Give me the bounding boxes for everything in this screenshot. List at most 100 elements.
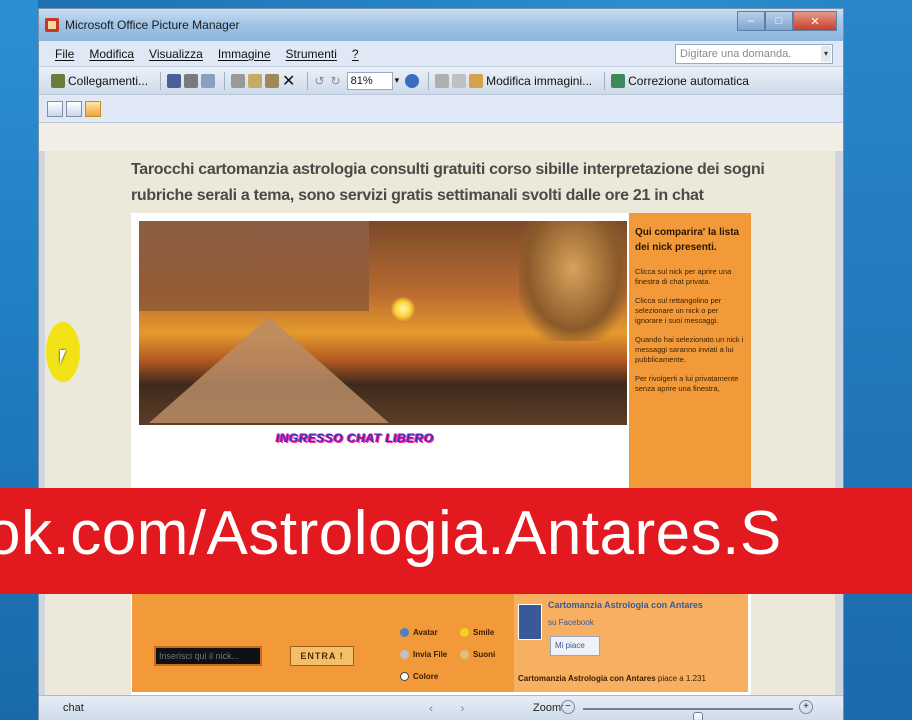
toolbar-separator xyxy=(307,71,309,90)
zoom-select[interactable]: 81% xyxy=(346,71,393,90)
zoom-fit-icon[interactable] xyxy=(405,73,420,88)
edit-pictures-label: Modifica immagini... xyxy=(486,73,593,88)
zoom-dropdown-icon[interactable]: ▾ xyxy=(395,75,400,86)
toolbar-separator xyxy=(224,71,226,90)
enter-button[interactable]: ENTRA ! xyxy=(290,646,354,666)
maximize-button[interactable]: □ xyxy=(765,11,793,31)
title-bar: Microsoft Office Picture Manager – □ ✕ xyxy=(39,9,843,41)
facebook-like-box: Cartomanzia Astrologia con Antares su Fa… xyxy=(514,594,748,692)
rotate-right-icon[interactable]: ↻ xyxy=(331,74,341,88)
send-file-label: Invia File xyxy=(413,650,448,659)
save-icon[interactable] xyxy=(167,73,182,88)
help-question-placeholder: Digitare una domanda. xyxy=(680,48,792,60)
status-bar: chat ‹ › Zoom: − + xyxy=(39,695,843,720)
cut-icon[interactable] xyxy=(231,73,246,88)
edit-pictures-icon xyxy=(469,73,484,88)
window-controls: – □ ✕ xyxy=(737,11,837,31)
zoom-in-icon[interactable]: + xyxy=(799,700,813,714)
smile-option[interactable]: Smile xyxy=(460,628,494,637)
menu-immagine[interactable]: Immagine xyxy=(218,47,271,61)
avatar-icon xyxy=(400,628,409,637)
facebook-url-banner: ok.com/Astrologia.Antares.S xyxy=(0,488,912,594)
facebook-footer: Cartomanzia Astrologia con Antares piace… xyxy=(518,674,706,683)
zoom-label: Zoom: xyxy=(533,702,565,714)
zoom-out-icon[interactable]: − xyxy=(561,700,575,714)
email-icon[interactable] xyxy=(201,73,216,88)
help-dropdown-icon[interactable]: ▾ xyxy=(821,46,831,62)
paste-icon[interactable] xyxy=(265,73,280,88)
menu-file[interactable]: File xyxy=(55,47,74,61)
picture-nav-arrows[interactable]: ‹ › xyxy=(429,701,476,715)
facebook-page-name[interactable]: Cartomanzia Astrologia con Antares xyxy=(548,600,703,610)
avatar-label: Avatar xyxy=(413,628,438,637)
egypt-hero-image xyxy=(139,221,627,425)
avatar-option[interactable]: Avatar xyxy=(400,628,438,637)
help-question-input[interactable]: Digitare una domanda. ▾ xyxy=(675,44,833,64)
window-title: Microsoft Office Picture Manager xyxy=(65,18,240,32)
color-icon xyxy=(400,672,409,681)
send-file-icon xyxy=(400,650,409,659)
send-file-option[interactable]: Invia File xyxy=(400,650,447,659)
nick-list-help-2: Clicca sul rettangolino per selezionare … xyxy=(635,296,722,325)
status-filename: chat xyxy=(63,702,84,714)
statues-image xyxy=(139,221,369,311)
nick-list-help-4: Per rivolgerti a lui privatamente senza … xyxy=(635,374,739,393)
copy-icon[interactable] xyxy=(248,73,263,88)
facebook-footer-count: piace a 1.231 xyxy=(657,674,706,683)
toolbar-separator xyxy=(160,71,162,90)
facebook-footer-name: Cartomanzia Astrologia con Antares xyxy=(518,674,656,683)
shortcuts-button[interactable]: Collegamenti... xyxy=(51,73,149,88)
facebook-sub[interactable]: su Facebook xyxy=(548,618,594,627)
banner-text: ok.com/Astrologia.Antares.S xyxy=(0,499,782,568)
shortcuts-icon xyxy=(51,73,65,88)
desktop-background-left xyxy=(0,0,38,720)
color-label: Colore xyxy=(413,672,439,681)
toolbar-separator xyxy=(604,71,606,90)
sounds-option[interactable]: Suoni xyxy=(460,650,495,659)
menu-visualizza[interactable]: Visualizza xyxy=(149,47,203,61)
toolbar-separator xyxy=(428,71,430,90)
nick-list-help-3: Quando hai selezionato un nick i messagg… xyxy=(635,335,744,364)
sun-image xyxy=(391,297,415,321)
red-eye-icon[interactable] xyxy=(435,73,450,88)
crop-icon[interactable] xyxy=(452,73,467,88)
menu-help[interactable]: ? xyxy=(352,47,359,61)
main-toolbar: Collegamenti... ✕ ↺ ↻ 81% ▾ Modifica imm… xyxy=(39,67,843,95)
nick-input[interactable] xyxy=(154,646,262,666)
picture-manager-icon xyxy=(45,18,59,32)
pyramid-image xyxy=(149,317,389,423)
canvas-left-edge xyxy=(39,151,45,695)
zoom-slider-thumb[interactable] xyxy=(693,712,703,720)
page-title: Tarocchi cartomanzia astrologia consulti… xyxy=(131,161,765,204)
sounds-icon xyxy=(460,650,469,659)
mouse-cursor-icon xyxy=(60,350,66,364)
filmstrip-view-icon[interactable] xyxy=(66,100,82,117)
single-picture-view-icon[interactable] xyxy=(85,100,101,117)
chat-login-area: ENTRA ! Avatar Smile Invia File Suoni Co… xyxy=(132,594,748,692)
close-button[interactable]: ✕ xyxy=(793,11,837,31)
delete-icon[interactable]: ✕ xyxy=(282,71,295,91)
enter-chat-link[interactable]: INGRESSO CHAT LIBERO xyxy=(276,431,434,445)
facebook-like-button[interactable]: Mi piace xyxy=(550,636,600,656)
menu-strumenti[interactable]: Strumenti xyxy=(286,47,337,61)
edit-pictures-button[interactable]: Modifica immagini... xyxy=(469,73,593,88)
minimize-button[interactable]: – xyxy=(737,11,765,31)
desktop-background-right xyxy=(842,0,912,720)
pharaoh-image xyxy=(519,221,627,341)
menu-modifica[interactable]: Modifica xyxy=(89,47,134,61)
nick-list-title: Qui comparira' la lista dei nick present… xyxy=(635,227,740,253)
sounds-label: Suoni xyxy=(473,650,496,659)
auto-correct-button[interactable]: Correzione automatica xyxy=(611,73,749,88)
zoom-slider[interactable] xyxy=(583,708,793,720)
nick-list-help-1: Clicca sul nick per aprire una finestra … xyxy=(635,267,732,286)
print-icon[interactable] xyxy=(184,73,199,88)
thumbnail-view-icon[interactable] xyxy=(47,100,63,117)
color-option[interactable]: Colore xyxy=(400,672,438,681)
canvas-right-scrollbar[interactable] xyxy=(835,151,843,695)
rotate-left-icon[interactable]: ↺ xyxy=(314,74,324,88)
smile-label: Smile xyxy=(473,628,495,637)
shortcuts-label: Collegamenti... xyxy=(68,73,149,88)
menu-bar: File Modifica Visualizza Immagine Strume… xyxy=(39,41,843,67)
auto-correct-label: Correzione automatica xyxy=(628,73,749,88)
facebook-page-avatar[interactable] xyxy=(518,604,542,640)
